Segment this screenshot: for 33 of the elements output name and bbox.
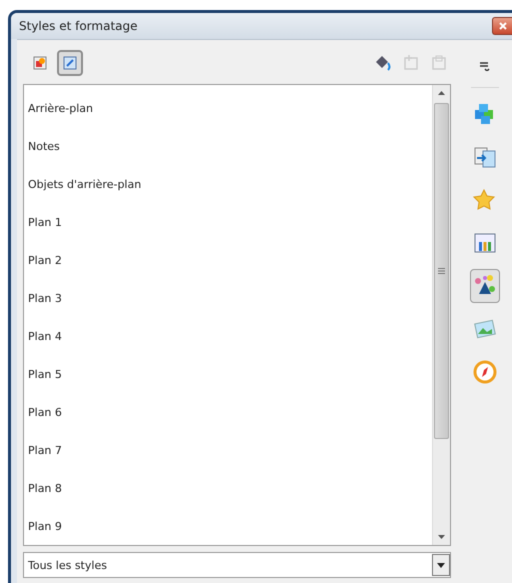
style-item[interactable]: Plan 9 — [24, 507, 432, 545]
style-item[interactable]: Plan 5 — [24, 355, 432, 393]
close-button[interactable] — [492, 17, 512, 35]
window-title: Styles et formatage — [19, 19, 138, 33]
style-item[interactable]: Notes — [24, 127, 432, 165]
style-filter-dropdown[interactable]: Tous les styles — [23, 552, 451, 578]
star-icon — [472, 188, 496, 212]
style-item[interactable]: Plan 7 — [24, 431, 432, 469]
style-item[interactable]: Plan 6 — [24, 393, 432, 431]
style-item[interactable]: Plan 3 — [24, 279, 432, 317]
style-item[interactable]: Objets d'arrière-plan — [24, 165, 432, 203]
style-item[interactable]: Plan 4 — [24, 317, 432, 355]
shapes-icon — [33, 56, 47, 70]
compass-icon — [472, 360, 496, 384]
page-icon — [430, 54, 448, 72]
slide-transition-icon — [472, 145, 496, 169]
new-page-icon — [402, 54, 420, 72]
style-item[interactable]: Plan 8 — [24, 469, 432, 507]
slide-icon — [63, 56, 77, 70]
menu-icon — [478, 61, 490, 71]
close-icon — [498, 22, 506, 30]
grip-icon — [438, 268, 445, 274]
style-item[interactable]: Plan 1 — [24, 203, 432, 241]
style-item[interactable]: Arrière-plan — [24, 89, 432, 127]
up-arrow-icon[interactable] — [438, 91, 445, 95]
sidebar-deck-button[interactable] — [470, 269, 500, 303]
style-item[interactable]: Plan 2 — [24, 241, 432, 279]
dropdown-button[interactable] — [432, 554, 450, 576]
bar-chart-icon — [472, 231, 496, 255]
style-family-button[interactable] — [57, 50, 83, 76]
down-arrow-icon[interactable] — [438, 535, 445, 539]
scrollbar[interactable] — [432, 85, 450, 545]
caret-icon — [437, 562, 445, 568]
